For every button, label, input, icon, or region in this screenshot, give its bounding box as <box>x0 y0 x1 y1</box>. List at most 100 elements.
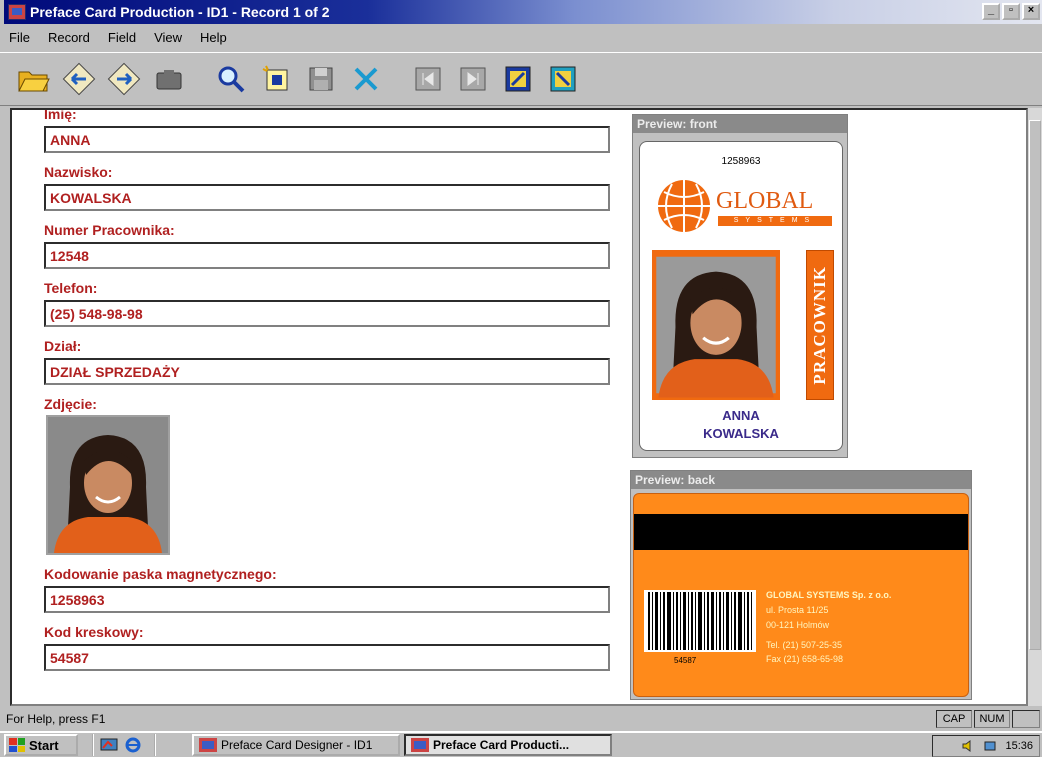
camera-button[interactable] <box>149 59 189 99</box>
barcode <box>644 590 756 652</box>
magnetic-stripe <box>634 514 968 550</box>
card-back-icon <box>62 62 96 96</box>
menu-record[interactable]: Record <box>39 30 99 45</box>
task-preface-card-production[interactable]: Preface Card Producti... <box>404 734 612 756</box>
close-button[interactable]: × <box>1022 3 1040 20</box>
brand-name: GLOBAL <box>716 188 814 214</box>
preview-back-panel: Preview: back 54587 GLOBAL SYSTEMS Sp. z… <box>630 470 972 700</box>
start-label: Start <box>29 737 59 753</box>
photo-field[interactable] <box>46 415 170 555</box>
search-button[interactable] <box>211 59 251 99</box>
volume-icon[interactable] <box>961 739 977 753</box>
desktop-icon[interactable] <box>100 737 118 753</box>
new-record-icon <box>262 65 288 91</box>
save-icon <box>309 67 333 91</box>
card-forward-icon <box>107 62 141 96</box>
clock[interactable]: 15:36 <box>1005 740 1033 752</box>
nazwisko-label: Nazwisko: <box>44 164 113 180</box>
print-front-button[interactable] <box>498 59 538 99</box>
task-production-label: Preface Card Producti... <box>433 738 570 752</box>
address-street: ul. Prosta 11/25 <box>766 605 829 615</box>
numer-pracownika-field[interactable]: 12548 <box>44 242 610 269</box>
windows-logo-icon <box>9 738 25 752</box>
card-forward-button[interactable] <box>104 59 144 99</box>
app-icon[interactable] <box>8 4 26 20</box>
search-icon <box>218 66 245 93</box>
start-button[interactable]: Start <box>4 734 78 756</box>
last-record-icon <box>460 67 486 91</box>
card-number: 1258963 <box>721 156 761 167</box>
internet-explorer-icon[interactable] <box>124 737 142 753</box>
task-preface-card-designer[interactable]: Preface Card Designer - ID1 <box>192 734 400 756</box>
card-employee-photo <box>656 256 776 398</box>
preview-front-panel: Preview: front 1258963 GLOBAL SYSTEMS PR… <box>632 114 848 458</box>
card-back: 54587 GLOBAL SYSTEMS Sp. z o.o. ul. Pros… <box>633 493 969 697</box>
dzial-field[interactable]: DZIAŁ SPRZEDAŻY <box>44 358 610 385</box>
camera-icon <box>156 70 182 90</box>
address-phone: Tel. (21) 507-25-35 <box>766 640 843 650</box>
quick-launch <box>92 734 142 756</box>
address-fax: Fax (21) 658-65-98 <box>766 654 844 664</box>
barcode-graphic <box>648 592 752 650</box>
vertical-scrollbar[interactable] <box>1028 108 1042 706</box>
brand-subtitle: SYSTEMS <box>718 216 832 226</box>
card-back-button[interactable] <box>59 59 99 99</box>
employee-photo <box>48 417 168 553</box>
delete-icon <box>354 67 378 91</box>
preview-back-title: Preview: back <box>631 471 971 489</box>
cap-indicator: CAP <box>936 710 972 728</box>
toolbar <box>0 52 1042 106</box>
dzial-label: Dział: <box>44 338 82 354</box>
menu-help[interactable]: Help <box>191 30 236 45</box>
card-last-name: KOWALSKA <box>703 426 779 441</box>
minimize-button[interactable]: _ <box>982 3 1000 20</box>
status-bar: For Help, press F1 CAP NUM <box>0 708 1042 730</box>
num-indicator: NUM <box>974 710 1010 728</box>
print-back-button[interactable] <box>543 59 583 99</box>
print-back-icon <box>550 66 576 92</box>
task-designer-label: Preface Card Designer - ID1 <box>221 738 373 752</box>
nazwisko-field[interactable]: KOWALSKA <box>44 184 610 211</box>
first-record-icon <box>415 67 441 91</box>
globe-logo-icon <box>658 180 710 232</box>
application-window: Preface Card Production - ID1 - Record 1… <box>0 0 1042 757</box>
kod-kreskowy-field[interactable]: 54587 <box>44 644 610 671</box>
card-front: 1258963 GLOBAL SYSTEMS PRACOWNIK ANNA KO… <box>639 141 843 451</box>
scroll-indicator <box>1012 710 1040 728</box>
numer-pracownika-label: Numer Pracownika: <box>44 222 175 238</box>
designer-app-icon <box>199 738 217 752</box>
telefon-field[interactable]: (25) 548-98-98 <box>44 300 610 327</box>
card-first-name: ANNA <box>722 408 760 423</box>
badge-text: PRACOWNIK <box>810 265 829 385</box>
zdjecie-label: Zdjęcie: <box>44 396 97 412</box>
address-city: 00-121 Holmów <box>766 620 830 630</box>
menu-bar: File Record Field View Help <box>0 25 1042 49</box>
kodowanie-field[interactable]: 1258963 <box>44 586 610 613</box>
telefon-label: Telefon: <box>44 280 98 296</box>
last-record-button[interactable] <box>453 59 493 99</box>
address-company: GLOBAL SYSTEMS Sp. z o.o. <box>766 590 892 600</box>
new-record-button[interactable] <box>256 59 296 99</box>
open-button[interactable] <box>14 59 54 99</box>
title-bar[interactable]: Preface Card Production - ID1 - Record 1… <box>4 0 1042 24</box>
delete-button[interactable] <box>346 59 386 99</box>
kodowanie-label: Kodowanie paska magnetycznego: <box>44 566 277 582</box>
menu-file[interactable]: File <box>0 30 39 45</box>
record-form: Imię: ANNA Nazwisko: KOWALSKA Numer Prac… <box>10 108 1028 706</box>
network-icon[interactable] <box>983 739 999 753</box>
imie-field[interactable]: ANNA <box>44 126 610 153</box>
imie-label: Imię: <box>44 108 77 122</box>
status-help-text: For Help, press F1 <box>6 712 106 726</box>
preview-front-title: Preview: front <box>633 115 847 133</box>
production-app-icon <box>411 738 429 752</box>
menu-field[interactable]: Field <box>99 30 145 45</box>
open-folder-icon <box>18 71 50 92</box>
menu-view[interactable]: View <box>145 30 191 45</box>
scrollbar-thumb[interactable] <box>1029 120 1041 650</box>
print-front-icon <box>505 66 531 92</box>
system-tray: 15:36 <box>932 735 1040 757</box>
barcode-number: 54587 <box>674 656 697 665</box>
first-record-button[interactable] <box>408 59 448 99</box>
maximize-button[interactable]: ▫ <box>1002 3 1020 20</box>
save-button[interactable] <box>301 59 341 99</box>
